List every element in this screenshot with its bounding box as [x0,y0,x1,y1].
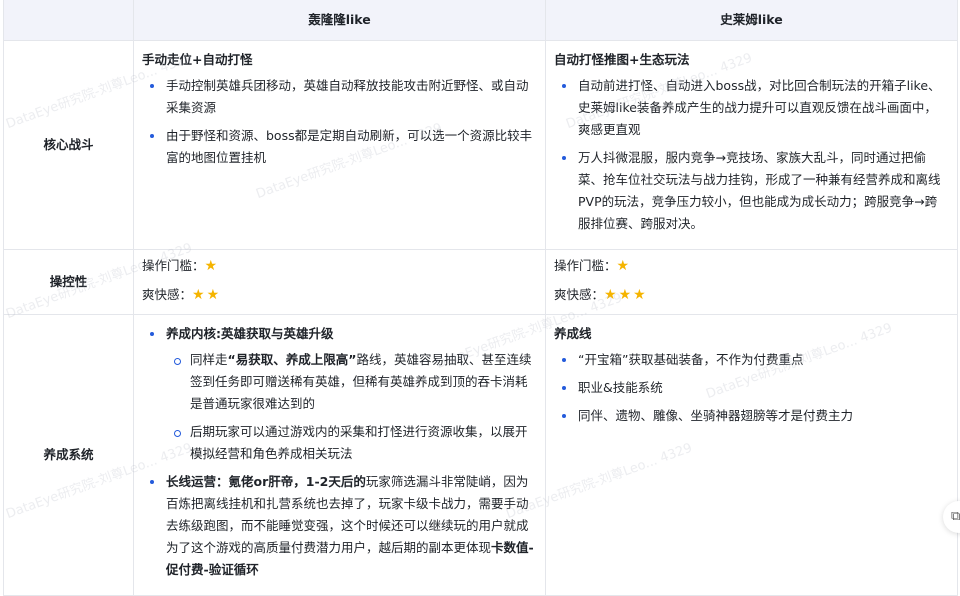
list-item: 同伴、遗物、雕像、坐骑神器翅膀等才是付费主力 [554,405,949,427]
cell-growth-a: 养成内核:英雄获取与英雄升级 同样走“易获取、养成上限高”路线，英雄容易抽取、甚… [133,314,546,596]
header-empty [3,0,134,41]
list-item: 万人抖微混服，服内竞争→竞技场、家族大乱斗，同时通过把偷菜、抢车位社交玩法与战力… [554,147,949,235]
row-label-control: 操控性 [3,249,134,315]
star-rating-icon: ★ [616,258,632,274]
list-item: 自动前进打怪、自动进入boss战，对比回合制玩法的开箱子like、史莱姆like… [554,75,949,141]
cell-title: 手动走位+自动打怪 [142,52,253,67]
list-item: 手动控制英雄兵团移动，英雄自动释放技能攻击附近野怪、或自动采集资源 [142,75,537,119]
sub-list-item: 后期玩家可以通过游戏内的采集和打怪进行资源收集，以展开模拟经营和角色养成相关玩法 [166,421,537,465]
cell-title: 自动打怪推图+生态玩法 [554,52,690,67]
star-rating-icon: ★★★ [604,287,648,303]
header-slime: 史莱姆like [545,0,958,41]
comparison-table: 轰隆隆like 史莱姆like 核心战斗 手动走位+自动打怪 手动控制英雄兵团移… [3,0,958,596]
bold-text: “易获取、养成上限高” [227,352,357,367]
list-item: “开宝箱”获取基础装备，不作为付费重点 [554,349,949,371]
fun-label: 爽快感： [142,287,193,302]
threshold-label: 操作门槛： [554,258,617,273]
cell-title: 养成线 [554,326,592,341]
header-row: 轰隆隆like 史莱姆like [3,0,958,41]
cell-combat-b: 自动打怪推图+生态玩法 自动前进打怪、自动进入boss战，对比回合制玩法的开箱子… [545,40,958,250]
row-label-growth: 养成系统 [3,314,134,596]
core-title: 养成内核:英雄获取与英雄升级 [166,326,334,341]
star-rating-icon: ★ [204,258,220,274]
row-control: 操控性 操作门槛：★ 爽快感：★★ 操作门槛：★ 爽快感：★★★ [3,249,958,315]
bold-text: 长线运营：氪佬or肝帝，1-2天后的 [166,474,366,489]
cell-combat-a: 手动走位+自动打怪 手动控制英雄兵团移动，英雄自动释放技能攻击附近野怪、或自动采… [133,40,546,250]
row-growth: 养成系统 养成内核:英雄获取与英雄升级 同样走“易获取、养成上限高”路线，英雄容… [3,314,958,596]
cell-control-b: 操作门槛：★ 爽快感：★★★ [545,249,958,315]
sub-list-item: 同样走“易获取、养成上限高”路线，英雄容易抽取、甚至连续签到任务即可赠送稀有英雄… [166,349,537,415]
list-item: 由于野怪和资源、boss都是定期自动刷新，可以选一个资源比较丰富的地图位置挂机 [142,125,537,169]
threshold-label: 操作门槛： [142,258,205,273]
row-combat: 核心战斗 手动走位+自动打怪 手动控制英雄兵团移动，英雄自动释放技能攻击附近野怪… [3,40,958,250]
row-label-combat: 核心战斗 [3,40,134,250]
copy-icon: ⧉ [951,509,960,524]
star-rating-icon: ★★ [192,287,222,303]
cell-growth-b: 养成线 “开宝箱”获取基础装备，不作为付费重点 职业&技能系统 同伴、遗物、雕像… [545,314,958,596]
list-item: 职业&技能系统 [554,377,949,399]
fun-label: 爽快感： [554,287,605,302]
header-honglonglong: 轰隆隆like [133,0,546,41]
list-item: 养成内核:英雄获取与英雄升级 同样走“易获取、养成上限高”路线，英雄容易抽取、甚… [142,323,537,465]
text: 同样走 [190,352,228,367]
cell-control-a: 操作门槛：★ 爽快感：★★ [133,249,546,315]
